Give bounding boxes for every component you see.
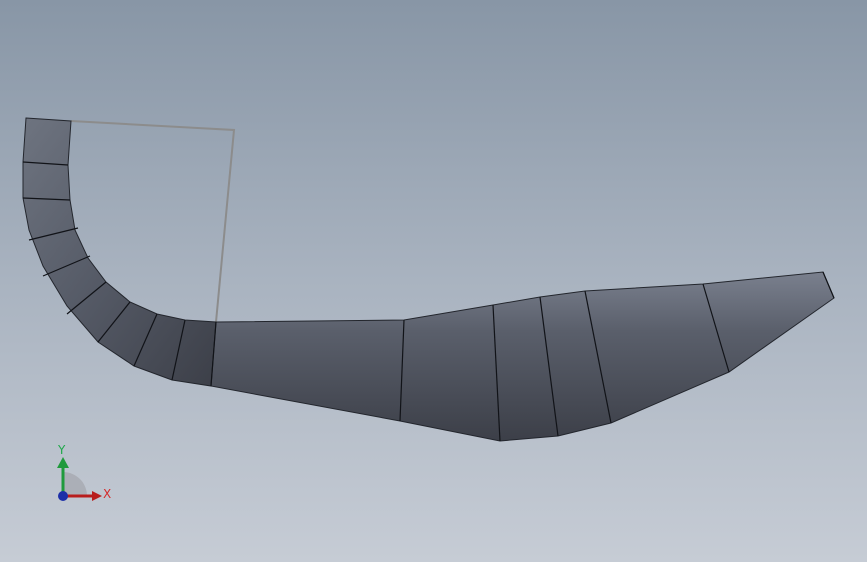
triad-x-arrowhead <box>92 491 102 501</box>
triad-x-label: X <box>103 487 112 501</box>
triad-y-arrowhead <box>57 457 69 468</box>
graphics-viewport[interactable]: Y X <box>0 0 867 562</box>
triad-z-axis <box>58 491 68 501</box>
duct-body-surface[interactable] <box>210 271 835 442</box>
elbow-surface[interactable] <box>22 117 217 387</box>
model-scene[interactable] <box>0 0 867 562</box>
triad-y-label: Y <box>58 443 66 457</box>
reference-triad: Y X <box>50 440 120 515</box>
triad-quadrant <box>63 472 87 496</box>
